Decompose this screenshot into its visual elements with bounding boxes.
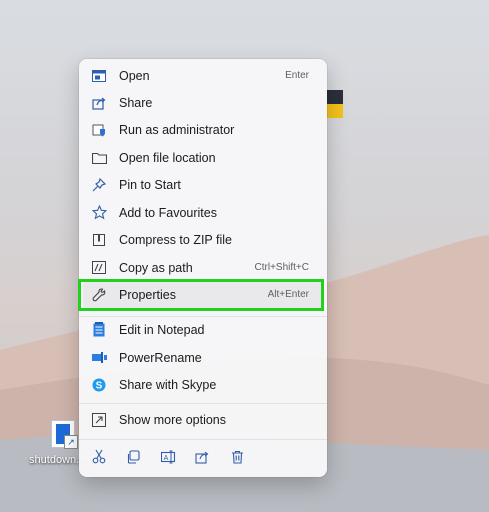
copy-button[interactable] <box>121 448 145 470</box>
menu-item-label: Copy as path <box>119 260 193 275</box>
menu-separator <box>79 403 327 404</box>
share-icon <box>195 450 209 469</box>
folder-icon <box>91 150 107 166</box>
menu-item-share[interactable]: Share <box>83 89 323 116</box>
properties-highlight-box <box>78 279 324 311</box>
menu-item-add-to-favourites[interactable]: Add to Favourites <box>83 199 323 226</box>
menu-item-label: Open file location <box>119 150 216 165</box>
background-app-tile <box>327 90 343 118</box>
menu-item-label: Open <box>119 68 150 83</box>
svg-text:A: A <box>163 455 168 462</box>
menu-item-edit-in-notepad[interactable]: Edit in Notepad <box>83 316 323 343</box>
menu-item-run-as-admin[interactable]: Run as administrator <box>83 116 323 143</box>
share-icon <box>91 95 107 111</box>
exe-file-icon: ↗ <box>51 420 78 449</box>
menu-item-compress-zip[interactable]: Compress to ZIP file <box>83 226 323 253</box>
pin-icon <box>91 177 107 193</box>
shield-icon <box>91 122 107 138</box>
delete-icon <box>231 450 244 469</box>
cut-icon <box>92 449 106 469</box>
context-menu-toolbar: A <box>79 442 327 474</box>
skype-icon: S <box>91 377 107 393</box>
notepad-icon <box>91 322 107 338</box>
menu-item-label: PowerRename <box>119 350 202 365</box>
menu-item-copy-as-path[interactable]: Copy as path Ctrl+Shift+C <box>83 254 323 281</box>
copy-icon <box>126 449 140 469</box>
menu-item-pin-to-start[interactable]: Pin to Start <box>83 171 323 198</box>
powerrename-icon <box>91 350 107 366</box>
context-menu: Open Enter Share Run as administrator Op… <box>79 59 327 477</box>
shortcut-arrow-icon: ↗ <box>64 435 78 449</box>
menu-item-label: Share with Skype <box>119 377 217 392</box>
star-icon <box>91 205 107 221</box>
menu-item-label: Add to Favourites <box>119 205 217 220</box>
menu-item-label: Compress to ZIP file <box>119 232 233 247</box>
share-button[interactable] <box>190 448 214 470</box>
zip-icon <box>91 232 107 248</box>
menu-item-label: Run as administrator <box>119 122 235 137</box>
menu-item-show-more-options[interactable]: Show more options <box>83 406 323 433</box>
svg-text:S: S <box>96 380 103 391</box>
rename-icon: A <box>160 450 176 469</box>
path-icon <box>91 260 107 276</box>
menu-item-powerrename[interactable]: PowerRename <box>83 344 323 371</box>
menu-item-label: Show more options <box>119 412 227 427</box>
menu-separator <box>79 439 327 440</box>
more-options-icon <box>91 412 107 428</box>
menu-item-label: Edit in Notepad <box>119 322 205 337</box>
menu-item-share-with-skype[interactable]: S Share with Skype <box>83 371 323 398</box>
window-icon <box>91 68 107 84</box>
delete-button[interactable] <box>225 448 249 470</box>
menu-item-shortcut: Ctrl+Shift+C <box>254 262 309 273</box>
menu-item-label: Pin to Start <box>119 177 181 192</box>
rename-button[interactable]: A <box>156 448 180 470</box>
menu-item-open[interactable]: Open Enter <box>83 62 323 89</box>
menu-item-shortcut: Enter <box>285 70 309 81</box>
menu-item-label: Share <box>119 95 153 110</box>
menu-item-open-file-location[interactable]: Open file location <box>83 144 323 171</box>
cut-button[interactable] <box>87 448 111 470</box>
